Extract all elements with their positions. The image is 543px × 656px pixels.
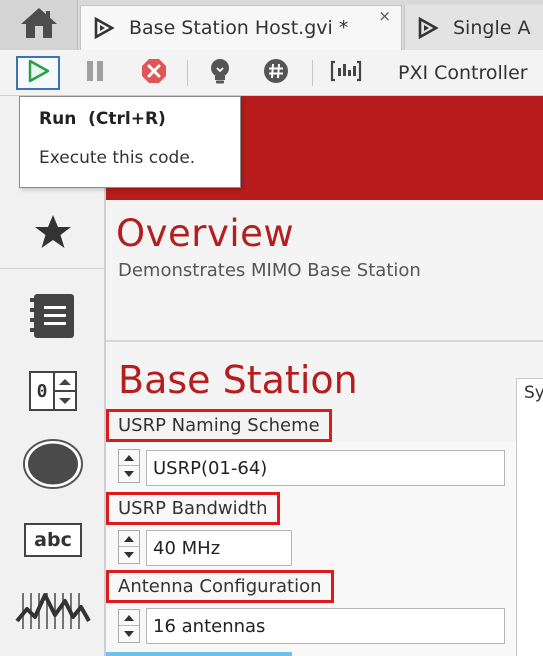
pause-button[interactable] (80, 56, 110, 90)
lightbulb-icon (207, 57, 233, 89)
numeric-control-icon: 0 (28, 371, 78, 411)
usrp-bandwidth-field[interactable]: 40 MHz (146, 530, 292, 566)
system-panel-label: Sy (524, 383, 543, 403)
run-button[interactable] (16, 56, 60, 90)
usrp-naming-scheme-field[interactable]: USRP(01-64) (146, 450, 505, 486)
decrement-icon[interactable] (119, 547, 139, 563)
palette-item-numeric-control[interactable]: 0 (0, 366, 106, 416)
tab-label: Single A (453, 16, 531, 39)
section-divider (106, 340, 543, 342)
home-button[interactable] (0, 0, 78, 50)
string-control-icon: abc (24, 523, 82, 557)
probe-button[interactable] (326, 56, 366, 90)
retain-values-button[interactable] (258, 56, 294, 90)
tab-base-station-host[interactable]: Base Station Host.gvi * × (80, 5, 402, 50)
palette-item-favorites[interactable] (0, 208, 106, 260)
selection-indicator (106, 652, 292, 656)
abort-icon (140, 57, 168, 89)
vi-icon (93, 17, 115, 39)
palette-item-string-control[interactable]: abc (0, 518, 106, 562)
palette-divider (0, 268, 104, 269)
antenna-configuration-label: Antenna Configuration (106, 570, 334, 603)
system-panel: Sy (516, 378, 543, 656)
base-station-title: Base Station (118, 358, 358, 402)
usrp-naming-scheme-stepper[interactable] (118, 449, 140, 483)
spinner-icon (53, 373, 76, 409)
tooltip-title: Run (Ctrl+R) (39, 109, 166, 129)
tooltip-description: Execute this code. (39, 148, 196, 168)
overview-description: Demonstrates MIMO Base Station (118, 260, 421, 281)
led-icon (21, 437, 85, 495)
numeric-glyph: 0 (36, 380, 48, 402)
vi-icon (417, 16, 439, 39)
decrement-icon[interactable] (119, 626, 139, 642)
antenna-configuration-stepper[interactable] (118, 609, 140, 643)
antenna-configuration-field[interactable]: 16 antennas (146, 608, 505, 644)
decrement-icon[interactable] (119, 466, 139, 482)
hash-icon (262, 57, 290, 89)
toolbar-separator (312, 60, 313, 86)
run-tooltip: Run (Ctrl+R) Execute this code. (19, 96, 241, 188)
close-tab-icon[interactable]: × (378, 7, 391, 25)
pause-icon (84, 59, 106, 87)
probe-icon (330, 58, 362, 88)
notebook-icon (22, 290, 84, 346)
toolbar-separator (187, 60, 188, 86)
usrp-naming-scheme-label: USRP Naming Scheme (106, 409, 332, 442)
tab-label: Base Station Host.gvi * (129, 17, 349, 39)
graph-icon (15, 587, 91, 641)
play-icon (25, 58, 51, 88)
increment-icon[interactable] (119, 450, 139, 466)
increment-icon[interactable] (119, 531, 139, 547)
palette-item-graph[interactable] (0, 584, 106, 644)
usrp-bandwidth-label: USRP Bandwidth (106, 492, 280, 525)
toolbar: PXI Controller (0, 50, 543, 96)
increment-icon[interactable] (119, 610, 139, 626)
tab-single-a[interactable]: Single A (404, 5, 543, 50)
overview-title: Overview (116, 212, 295, 255)
palette-item-led[interactable] (0, 438, 106, 494)
star-icon (33, 213, 73, 255)
execution-target-label[interactable]: PXI Controller (398, 62, 528, 84)
highlight-execution-button[interactable] (202, 56, 238, 90)
abort-button[interactable] (136, 56, 172, 90)
usrp-bandwidth-stepper[interactable] (118, 530, 140, 564)
home-icon (19, 6, 59, 44)
palette-item-notebook[interactable] (0, 286, 106, 350)
overview-section: Overview Demonstrates MIMO Base Station (106, 200, 543, 442)
document-tab-bar: Base Station Host.gvi * × Single A (0, 0, 543, 50)
